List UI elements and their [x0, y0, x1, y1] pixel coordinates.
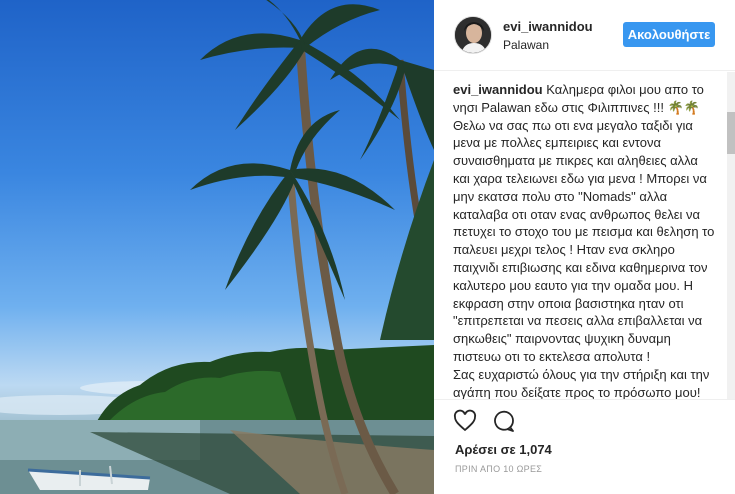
- post-header: evi_iwannidou Palawan Ακολουθήστε: [434, 0, 735, 71]
- caption: evi_iwannidou Καλημερα φιλοι μου απο το …: [453, 81, 717, 399]
- post-timestamp[interactable]: ΠΡΙΝ ΑΠΟ 10 ΩΡΕΣ: [455, 464, 542, 474]
- comment-icon[interactable]: [492, 409, 516, 433]
- location-link[interactable]: Palawan: [503, 38, 549, 52]
- avatar-image: [455, 17, 491, 53]
- scrollbar-thumb[interactable]: [727, 112, 735, 154]
- avatar[interactable]: [454, 16, 492, 54]
- palm-beach-image: [0, 0, 434, 494]
- caption-username[interactable]: evi_iwannidou: [453, 82, 543, 97]
- follow-button[interactable]: Ακολουθήστε: [623, 22, 715, 47]
- comments-area[interactable]: evi_iwannidou Καλημερα φιλοι μου απο το …: [434, 72, 735, 399]
- caption-text: Καλημερα φιλοι μου απο το νησι Palawan ε…: [453, 82, 715, 399]
- post-photo[interactable]: [0, 0, 434, 494]
- username[interactable]: evi_iwannidou: [503, 19, 593, 34]
- post-actions: Αρέσει σε 1,074 ΠΡΙΝ ΑΠΟ 10 ΩΡΕΣ: [434, 399, 735, 494]
- post-sidebar: evi_iwannidou Palawan Ακολουθήστε evi_iw…: [434, 0, 735, 494]
- heart-icon[interactable]: [453, 409, 477, 433]
- like-count[interactable]: Αρέσει σε 1,074: [455, 442, 552, 457]
